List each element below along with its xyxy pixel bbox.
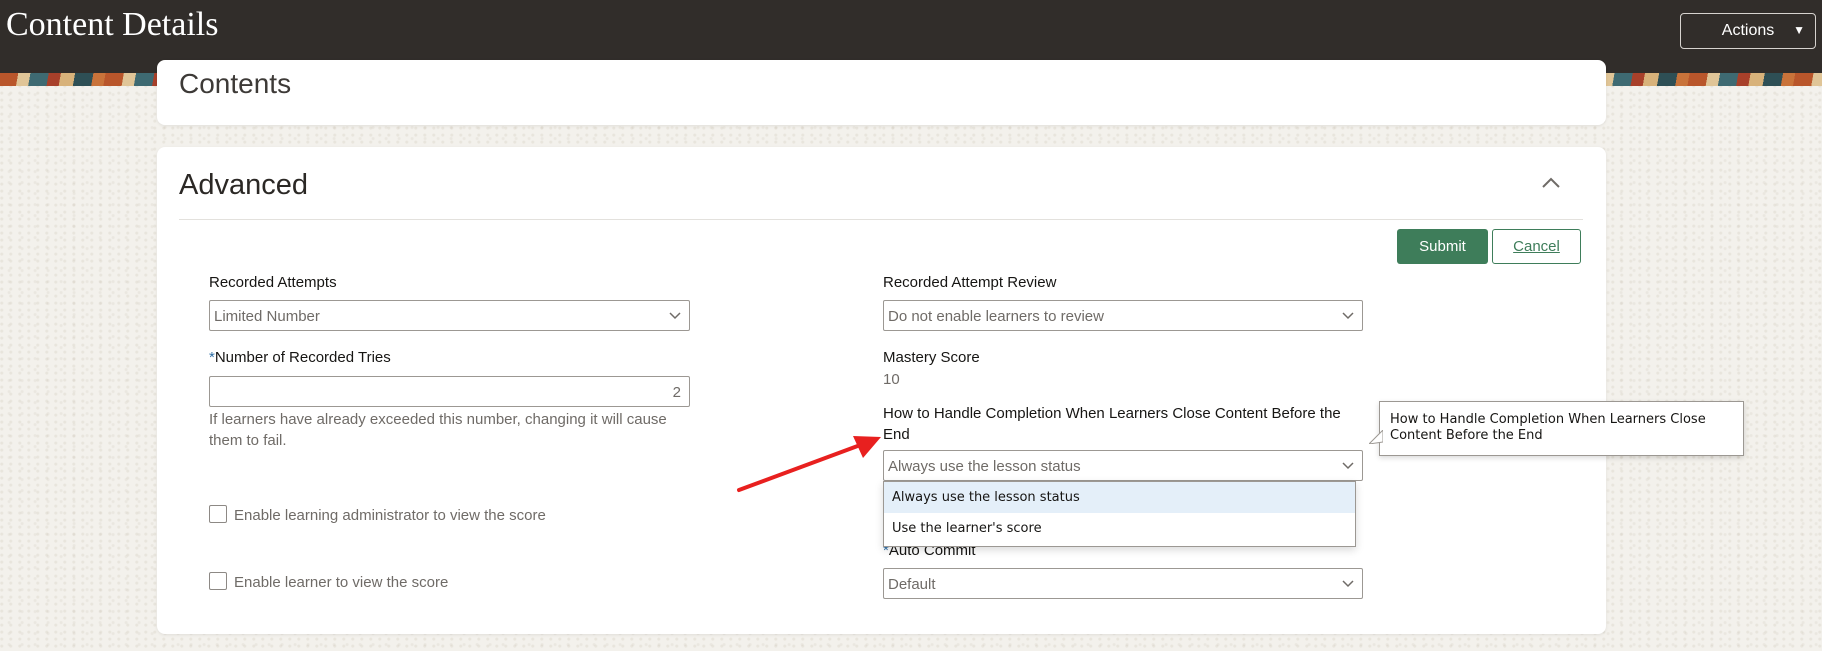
handle-completion-label: How to Handle Completion When Learners C… [883, 405, 1341, 443]
chevron-up-icon[interactable] [1541, 175, 1561, 189]
recorded-attempt-review-label: Recorded Attempt Review [883, 274, 1057, 291]
recorded-attempts-select[interactable]: Limited Number [209, 300, 690, 331]
chevron-down-icon [669, 312, 681, 320]
dropdown-option-learner-score[interactable]: Use the learner's score [884, 513, 1355, 544]
recorded-attempt-review-value: Do not enable learners to review [888, 308, 1104, 325]
handle-completion-select[interactable]: Always use the lesson status [883, 450, 1363, 481]
contents-section-title: Contents [179, 68, 292, 99]
enable-learner-view-label: Enable learner to view the score [234, 574, 449, 591]
recorded-attempts-label: Recorded Attempts [209, 274, 337, 291]
contents-section: Contents [157, 60, 1606, 125]
actions-button[interactable]: Actions ▼ [1680, 13, 1816, 49]
number-of-tries-label: *Number of Recorded Tries [209, 349, 391, 366]
mastery-score-label: Mastery Score [883, 349, 980, 366]
tooltip-pointer [1369, 430, 1383, 444]
enable-admin-view-checkbox[interactable] [209, 505, 227, 523]
annotation-arrow-icon [737, 436, 881, 492]
handle-completion-tooltip: How to Handle Completion When Learners C… [1379, 401, 1744, 456]
enable-admin-view-label: Enable learning administrator to view th… [234, 507, 546, 524]
number-of-tries-label-text: Number of Recorded Tries [214, 349, 391, 366]
handle-completion-value: Always use the lesson status [888, 458, 1081, 475]
mastery-score-value: 10 [883, 371, 900, 388]
recorded-attempt-review-select[interactable]: Do not enable learners to review [883, 300, 1363, 331]
page-title: Content Details [6, 6, 219, 43]
dropdown-option-lesson-status[interactable]: Always use the lesson status [884, 482, 1355, 513]
recorded-attempts-value: Limited Number [214, 308, 320, 325]
submit-button[interactable]: Submit [1397, 229, 1488, 264]
cancel-button[interactable]: Cancel [1492, 229, 1581, 264]
number-of-tries-input[interactable]: 2 [209, 376, 690, 407]
advanced-section: Advanced Submit Cancel Recorded Attempts… [157, 147, 1606, 634]
chevron-down-icon [1342, 312, 1354, 320]
auto-commit-select[interactable]: Default [883, 568, 1363, 599]
caret-down-icon: ▼ [1793, 23, 1805, 37]
number-of-tries-help-text: If learners have already exceeded this n… [209, 411, 667, 449]
chevron-down-icon [1342, 580, 1354, 588]
advanced-section-title: Advanced [179, 169, 308, 201]
enable-learner-view-checkbox[interactable] [209, 572, 227, 590]
handle-completion-dropdown-list: Always use the lesson status Use the lea… [883, 481, 1356, 547]
section-divider [179, 219, 1583, 220]
actions-button-label: Actions [1721, 22, 1775, 39]
auto-commit-value: Default [888, 576, 936, 593]
chevron-down-icon [1342, 462, 1354, 470]
